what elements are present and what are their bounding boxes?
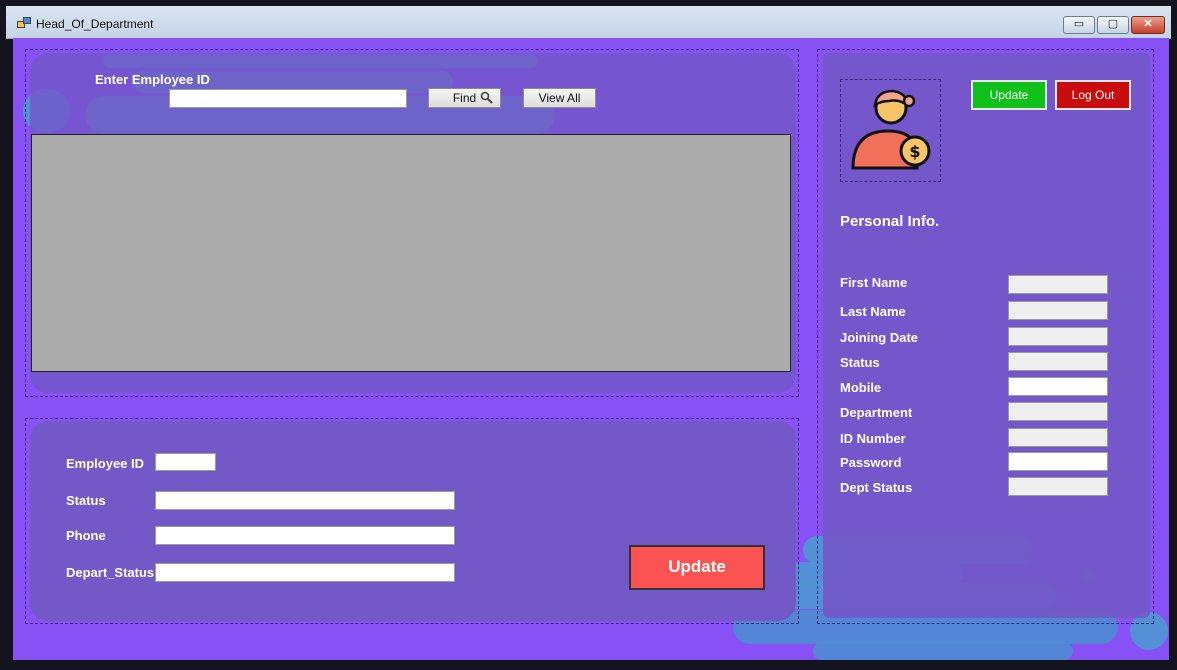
close-button[interactable]: ✕ xyxy=(1131,16,1165,34)
last-name-label: Last Name xyxy=(840,304,906,319)
maximize-icon: ▢ xyxy=(1107,18,1119,30)
status-info-label: Status xyxy=(840,355,880,370)
department-field[interactable] xyxy=(1008,402,1108,421)
mobile-label: Mobile xyxy=(840,380,882,395)
magnifier-icon xyxy=(480,91,493,104)
employee-id-search-label: Enter Employee ID xyxy=(95,72,210,87)
decor-blob xyxy=(813,642,1073,660)
mobile-field[interactable] xyxy=(1008,377,1108,396)
app-window-icon xyxy=(17,17,31,29)
application-window: Head_Of_Department ▭ ▢ ✕ Enter Employee … xyxy=(0,0,1177,670)
minimize-icon: ▭ xyxy=(1073,18,1085,30)
password-label: Password xyxy=(840,455,902,470)
first-name-field[interactable] xyxy=(1008,275,1108,294)
edit-panel-border xyxy=(25,418,799,624)
dept-status-label: Dept Status xyxy=(840,480,913,495)
department-label: Department xyxy=(840,405,913,420)
last-name-field[interactable] xyxy=(1008,301,1108,320)
status-label: Status xyxy=(66,493,106,508)
status-info-field[interactable] xyxy=(1008,352,1108,371)
phone-label: Phone xyxy=(66,528,106,543)
view-all-button[interactable]: View All xyxy=(523,88,596,108)
employee-id-label: Employee ID xyxy=(66,456,145,471)
svg-text:$: $ xyxy=(909,142,920,161)
profile-update-button[interactable]: Update xyxy=(971,80,1047,110)
joining-date-label: Joining Date xyxy=(840,330,919,345)
depart-status-label: Depart_Status xyxy=(66,565,155,580)
find-button[interactable]: Find xyxy=(428,88,501,108)
status-field[interactable] xyxy=(155,491,455,510)
minimize-button[interactable]: ▭ xyxy=(1063,16,1095,34)
employee-id-field[interactable] xyxy=(155,453,216,471)
logout-button[interactable]: Log Out xyxy=(1055,80,1131,110)
first-name-label: First Name xyxy=(840,275,908,290)
title-bar[interactable]: Head_Of_Department ▭ ▢ ✕ xyxy=(6,6,1171,39)
id-number-label: ID Number xyxy=(840,431,906,446)
joining-date-field[interactable] xyxy=(1008,327,1108,346)
avatar-frame: $ xyxy=(840,79,941,182)
dept-status-field[interactable] xyxy=(1008,477,1108,496)
main-form: Enter Employee ID Find View All Employee… xyxy=(13,38,1169,660)
password-field[interactable] xyxy=(1008,452,1108,471)
maximize-button[interactable]: ▢ xyxy=(1097,16,1129,34)
find-button-label: Find xyxy=(452,91,477,105)
employee-salary-avatar-icon: $ xyxy=(851,89,931,170)
depart-status-field[interactable] xyxy=(155,563,455,582)
id-number-field[interactable] xyxy=(1008,428,1108,447)
employee-id-search-input[interactable] xyxy=(169,89,407,108)
phone-field[interactable] xyxy=(155,526,455,545)
update-record-button[interactable]: Update xyxy=(629,545,765,590)
employee-data-grid[interactable] xyxy=(31,134,791,372)
window-title: Head_Of_Department xyxy=(36,17,154,31)
close-icon: ✕ xyxy=(1143,18,1153,30)
personal-info-title: Personal Info. xyxy=(840,213,940,230)
